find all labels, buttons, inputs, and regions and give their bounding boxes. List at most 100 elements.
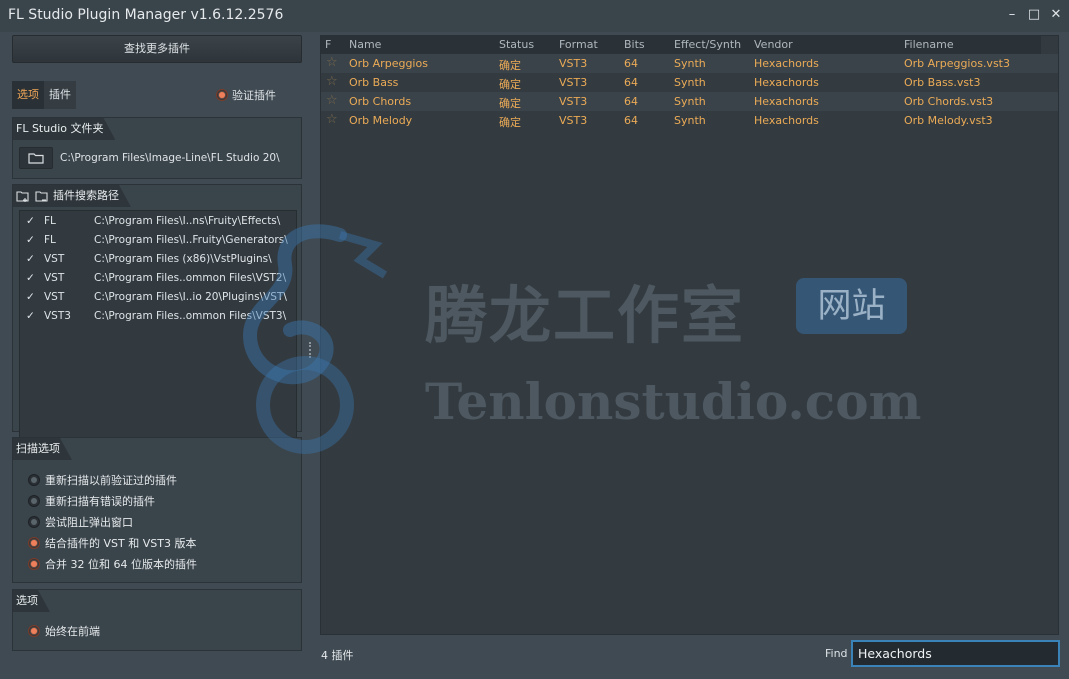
cell-filename: Orb Chords.vst3	[904, 95, 994, 108]
cell-vendor: Hexachords	[754, 95, 819, 108]
cell-filename: Orb Arpeggios.vst3	[904, 57, 1010, 70]
check-icon[interactable]: ✓	[26, 253, 38, 265]
table-row[interactable]: ☆ Orb Arpeggios 确定 VST3 64 Synth Hexacho…	[321, 54, 1058, 73]
cell-format: VST3	[559, 95, 588, 108]
plugin-table[interactable]: F Name Status Format Bits Effect/Synth V…	[320, 35, 1059, 635]
verify-plugins-label: 验证插件	[232, 89, 276, 102]
cell-bits: 64	[624, 114, 638, 127]
option-always-on-top[interactable]: 始终在前端	[28, 623, 100, 639]
scan-option-rescan-errors[interactable]: 重新扫描有错误的插件	[28, 493, 155, 509]
option-label: 始终在前端	[45, 625, 100, 638]
path-type: VST	[44, 252, 65, 265]
verify-plugins-toggle[interactable]: 验证插件	[216, 87, 276, 103]
column-header-filename[interactable]: Filename	[904, 38, 954, 51]
option-radio[interactable]	[28, 495, 40, 507]
column-header-bits[interactable]: Bits	[624, 38, 645, 51]
cell-name: Orb Chords	[349, 95, 412, 108]
option-radio[interactable]	[28, 625, 40, 637]
cell-name: Orb Melody	[349, 114, 413, 127]
table-row[interactable]: ☆ Orb Melody 确定 VST3 64 Synth Hexachords…	[321, 111, 1058, 130]
cell-status: 确定	[499, 97, 521, 110]
favorite-star-icon[interactable]: ☆	[326, 74, 338, 89]
option-label: 重新扫描以前验证过的插件	[45, 474, 177, 487]
check-icon[interactable]: ✓	[26, 291, 38, 303]
column-header-vendor[interactable]: Vendor	[754, 38, 793, 51]
column-header-format[interactable]: Format	[559, 38, 598, 51]
close-icon[interactable]: ✕	[1049, 6, 1063, 24]
option-radio[interactable]	[28, 558, 40, 570]
verify-plugins-radio[interactable]	[216, 89, 228, 101]
scan-options-header: 扫描选项	[13, 438, 72, 460]
favorite-star-icon[interactable]: ☆	[326, 112, 338, 127]
window-title: FL Studio Plugin Manager v1.6.12.2576	[8, 7, 284, 23]
scan-option-block-popups[interactable]: 尝试阻止弹出窗口	[28, 514, 133, 530]
cell-filename: Orb Melody.vst3	[904, 114, 993, 127]
minimize-icon[interactable]: –	[1005, 6, 1019, 24]
folder-icon	[28, 153, 44, 164]
left-tabs: 选项 插件	[12, 81, 76, 109]
fl-studio-folder-header: FL Studio 文件夹	[13, 118, 115, 140]
column-header-name[interactable]: Name	[349, 38, 381, 51]
find-label: Find	[825, 647, 848, 660]
tab-plugins[interactable]: 插件	[44, 81, 76, 109]
plugin-search-paths-section: 插件搜索路径 ✓ FL C:\Program Files\I..ns\Fruit…	[12, 184, 302, 450]
cell-kind: Synth	[674, 57, 706, 70]
add-folder-icon[interactable]	[16, 190, 29, 203]
favorite-star-icon[interactable]: ☆	[326, 55, 338, 70]
search-path-row[interactable]: ✓ VST3 C:\Program Files..ommon Files\VST…	[20, 306, 286, 325]
table-row[interactable]: ☆ Orb Bass 确定 VST3 64 Synth Hexachords O…	[321, 73, 1058, 92]
plugin-search-paths-header: 插件搜索路径	[13, 185, 131, 207]
scan-option-rescan-verified[interactable]: 重新扫描以前验证过的插件	[28, 472, 177, 488]
cell-kind: Synth	[674, 95, 706, 108]
cell-name: Orb Arpeggios	[349, 57, 428, 70]
options-header: 选项	[13, 590, 50, 612]
check-icon[interactable]: ✓	[26, 272, 38, 284]
favorite-star-icon[interactable]: ☆	[326, 93, 338, 108]
remove-folder-icon[interactable]	[35, 190, 48, 203]
path-text: C:\Program Files..ommon Files\VST2\	[94, 271, 287, 284]
search-path-row[interactable]: ✓ FL C:\Program Files\I..ns\Fruity\Effec…	[20, 211, 280, 230]
maximize-icon[interactable]: □	[1027, 6, 1041, 24]
panel-splitter[interactable]	[309, 342, 312, 358]
cell-vendor: Hexachords	[754, 114, 819, 127]
cell-vendor: Hexachords	[754, 76, 819, 89]
option-label: 结合插件的 VST 和 VST3 版本	[45, 537, 197, 550]
scan-option-combine-vst[interactable]: 结合插件的 VST 和 VST3 版本	[28, 535, 196, 551]
cell-kind: Synth	[674, 114, 706, 127]
fl-studio-folder-path: C:\Program Files\Image-Line\FL Studio 20…	[60, 152, 280, 164]
search-path-row[interactable]: ✓ FL C:\Program Files\I..Fruity\Generato…	[20, 230, 288, 249]
tab-options[interactable]: 选项	[12, 81, 44, 109]
option-radio[interactable]	[28, 474, 40, 486]
cell-name: Orb Bass	[349, 76, 399, 89]
cell-status: 确定	[499, 78, 521, 91]
cell-bits: 64	[624, 95, 638, 108]
search-path-list[interactable]: ✓ FL C:\Program Files\I..ns\Fruity\Effec…	[19, 210, 297, 450]
column-header-effect-synth[interactable]: Effect/Synth	[674, 38, 741, 51]
cell-bits: 64	[624, 57, 638, 70]
path-text: C:\Program Files\I..io 20\Plugins\VST\	[94, 290, 287, 303]
cell-status: 确定	[499, 116, 521, 129]
option-radio[interactable]	[28, 516, 40, 528]
cell-format: VST3	[559, 76, 588, 89]
option-radio[interactable]	[28, 537, 40, 549]
search-path-row[interactable]: ✓ VST C:\Program Files..ommon Files\VST2…	[20, 268, 286, 287]
path-text: C:\Program Files..ommon Files\VST3\	[94, 309, 287, 322]
cell-filename: Orb Bass.vst3	[904, 76, 981, 89]
find-input[interactable]	[851, 640, 1060, 667]
column-header-status[interactable]: Status	[499, 38, 534, 51]
check-icon[interactable]: ✓	[26, 215, 38, 227]
find-more-plugins-button[interactable]: 查找更多插件	[12, 35, 302, 63]
scan-option-merge-bits[interactable]: 合并 32 位和 64 位版本的插件	[28, 556, 197, 572]
cell-kind: Synth	[674, 76, 706, 89]
search-path-row[interactable]: ✓ VST C:\Program Files\I..io 20\Plugins\…	[20, 287, 287, 306]
path-type: FL	[44, 233, 56, 246]
check-icon[interactable]: ✓	[26, 234, 38, 246]
path-type: VST	[44, 271, 65, 284]
search-path-row[interactable]: ✓ VST C:\Program Files (x86)\VstPlugins\	[20, 249, 272, 268]
table-row[interactable]: ☆ Orb Chords 确定 VST3 64 Synth Hexachords…	[321, 92, 1058, 111]
browse-folder-button[interactable]	[19, 147, 53, 169]
cell-format: VST3	[559, 114, 588, 127]
column-header-f[interactable]: F	[325, 38, 331, 51]
cell-format: VST3	[559, 57, 588, 70]
check-icon[interactable]: ✓	[26, 310, 38, 322]
